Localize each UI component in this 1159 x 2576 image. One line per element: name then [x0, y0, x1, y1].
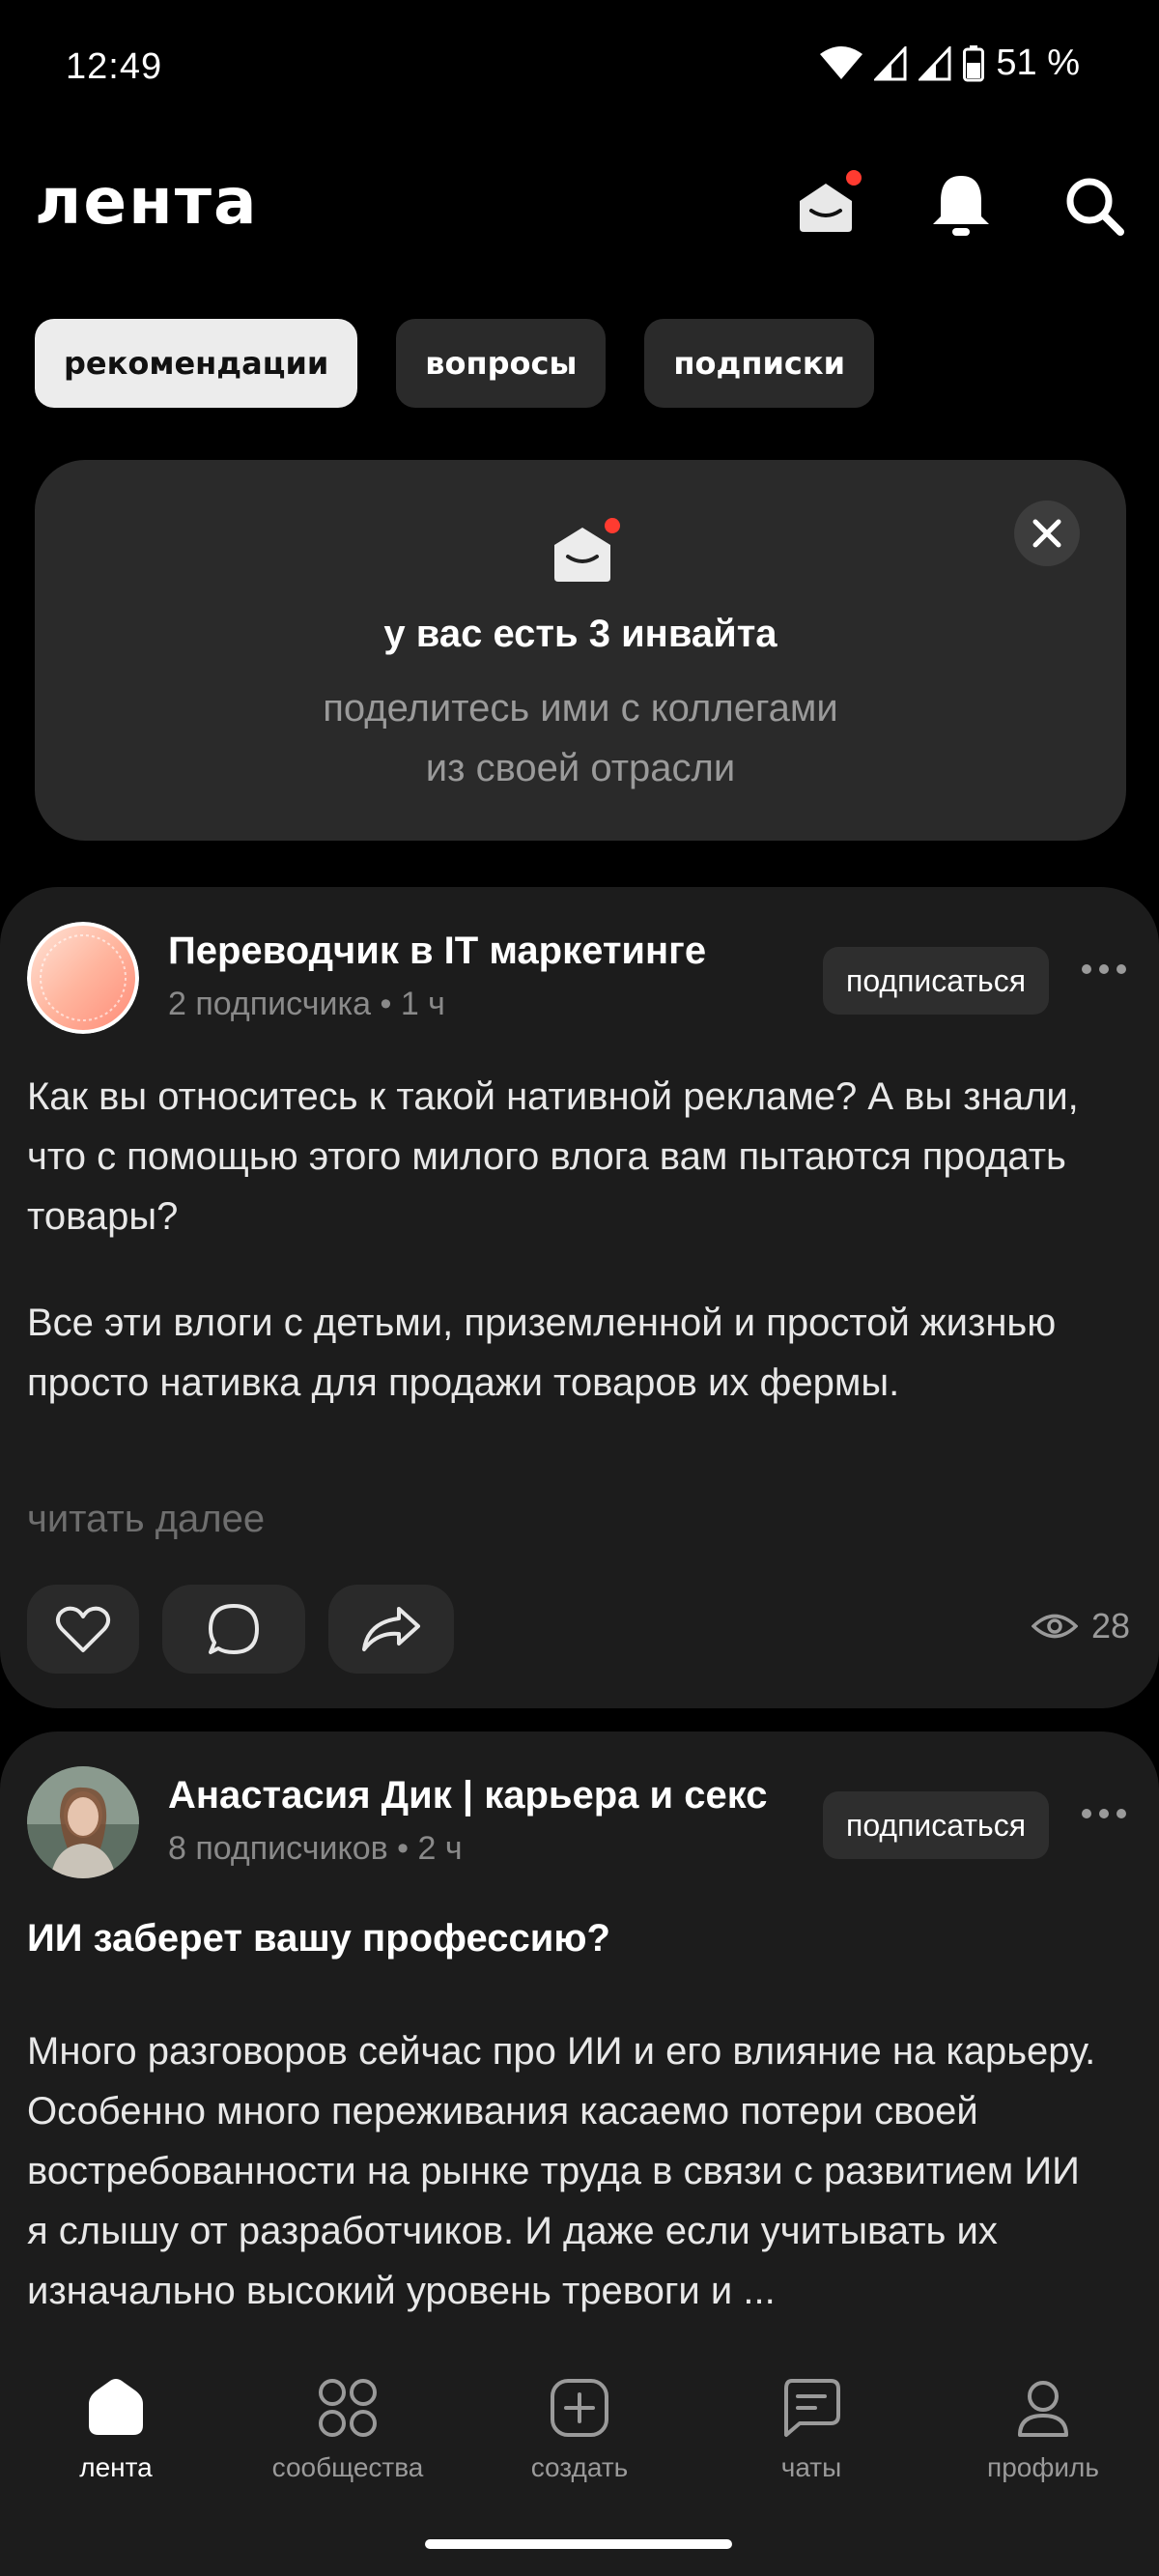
- nav-create[interactable]: создать: [464, 2348, 695, 2508]
- author-avatar[interactable]: [27, 922, 139, 1034]
- tab-subscriptions[interactable]: подписки: [644, 319, 874, 408]
- tab-questions[interactable]: вопросы: [396, 319, 607, 408]
- author-name[interactable]: Анастасия Дик | карьера и секс: [168, 1774, 767, 1818]
- subscribe-button[interactable]: подписаться: [823, 947, 1050, 1015]
- subscribe-button[interactable]: подписаться: [823, 1791, 1050, 1859]
- nav-label: профиль: [987, 2452, 1099, 2482]
- invite-title: у вас есть 3 инвайта: [383, 613, 777, 655]
- wifi-icon: [820, 45, 863, 79]
- invite-subtitle-line: из своей отрасли: [425, 747, 736, 789]
- comment-icon: [209, 1604, 259, 1654]
- status-time: 12:49: [66, 46, 163, 87]
- invite-banner: у вас есть 3 инвайта поделитесь ими с ко…: [35, 460, 1126, 841]
- invite-subtitle: поделитесь ими с коллегами из своей отра…: [35, 678, 1126, 798]
- notification-dot: [605, 518, 620, 533]
- nav-chats[interactable]: чаты: [695, 2348, 927, 2508]
- chat-icon: [784, 2379, 840, 2437]
- eye-icon: [1031, 1614, 1078, 1639]
- feed-post: Переводчик в IT маркетинге 2 подписчика …: [0, 887, 1159, 1708]
- user-icon: [1018, 2381, 1068, 2437]
- read-more-link[interactable]: читать далее: [27, 1498, 265, 1541]
- author-name[interactable]: Переводчик в IT маркетинге: [168, 930, 706, 973]
- signal-icon: [874, 45, 907, 80]
- close-icon: [1032, 519, 1061, 548]
- app-logo: лента: [35, 164, 259, 239]
- grid-icon: [319, 2379, 377, 2437]
- like-button[interactable]: [27, 1585, 139, 1674]
- signal-icon: [919, 45, 951, 80]
- share-icon: [362, 1607, 420, 1651]
- nav-label: сообщества: [271, 2452, 424, 2482]
- post-meta: 8 подписчиков • 2 ч: [168, 1830, 463, 1867]
- nav-label: чаты: [780, 2452, 842, 2482]
- nav-profile[interactable]: профиль: [927, 2348, 1159, 2508]
- post-paragraph: Много разговоров сейчас про ИИ и его вли…: [27, 2030, 1096, 2312]
- nav-label: лента: [79, 2452, 153, 2482]
- post-title: ИИ заберет вашу профессию?: [27, 1917, 610, 1960]
- notifications-button[interactable]: [925, 170, 997, 242]
- app-header: лента: [0, 155, 1159, 261]
- nav-label: создать: [530, 2452, 629, 2482]
- battery-percent: 51 %: [996, 43, 1080, 83]
- post-paragraph: Как вы относитесь к такой нативной рекла…: [27, 1075, 1079, 1238]
- close-banner-button[interactable]: [1014, 501, 1080, 566]
- post-actions: [27, 1585, 454, 1674]
- views-count: 28: [1031, 1606, 1130, 1646]
- invite-mail-icon: [549, 518, 620, 586]
- search-icon: [1066, 178, 1124, 236]
- more-options-icon[interactable]: [1082, 1809, 1126, 1818]
- comment-button[interactable]: [162, 1585, 305, 1674]
- post-paragraph: Все эти влоги с детьми, приземленной и п…: [27, 1302, 1057, 1404]
- feed-tabs: рекомендации вопросы подписки: [35, 319, 874, 408]
- home-icon: [89, 2379, 143, 2435]
- gesture-handle[interactable]: [425, 2539, 732, 2549]
- invite-subtitle-line: поделитесь ими с коллегами: [323, 687, 838, 730]
- nav-feed[interactable]: лента: [0, 2348, 232, 2508]
- status-bar: 12:49 51 %: [0, 0, 1159, 135]
- nav-communities[interactable]: сообщества: [232, 2348, 464, 2508]
- author-avatar[interactable]: [27, 1766, 139, 1878]
- bell-icon: [933, 176, 989, 236]
- post-meta: 2 подписчика • 1 ч: [168, 986, 445, 1022]
- bottom-navigation: лента сообщества создать чаты профиль: [0, 2348, 1159, 2508]
- plus-square-icon: [551, 2379, 608, 2437]
- mail-icon: [800, 184, 852, 232]
- status-icons: 51 %: [820, 43, 1080, 84]
- search-button[interactable]: [1059, 170, 1130, 242]
- share-button[interactable]: [328, 1585, 454, 1674]
- views-number: 28: [1090, 1606, 1130, 1646]
- more-options-icon[interactable]: [1082, 964, 1126, 974]
- tab-recommendations[interactable]: рекомендации: [35, 319, 358, 408]
- heart-icon: [55, 1606, 111, 1652]
- notification-dot: [846, 170, 862, 186]
- battery-icon: [963, 44, 985, 81]
- invites-button[interactable]: [790, 170, 862, 242]
